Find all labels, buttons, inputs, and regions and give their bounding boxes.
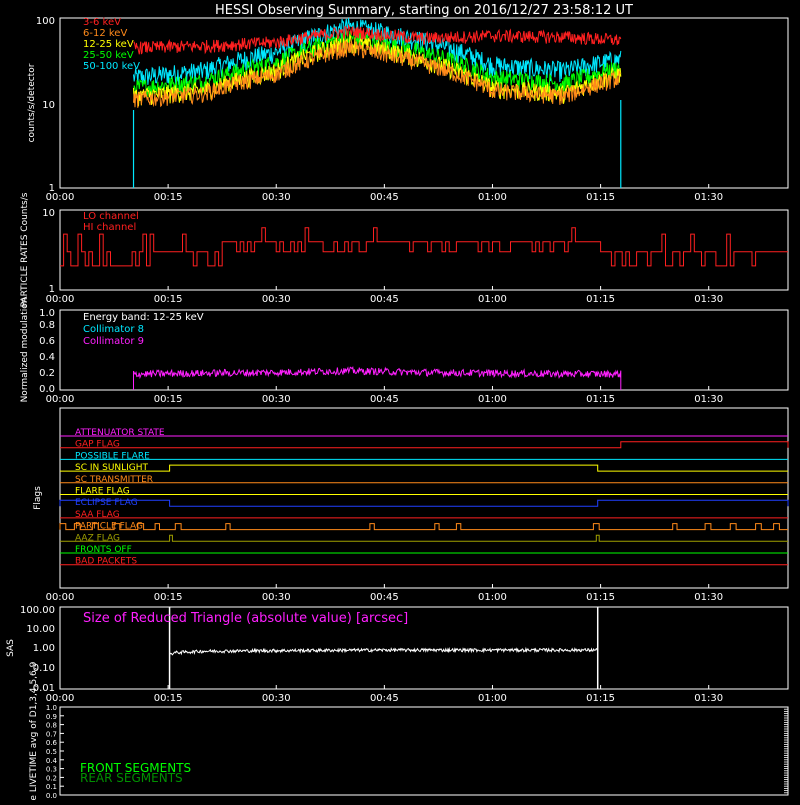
livetime-ytick: 0.3	[46, 766, 57, 774]
time-tick-label: 00:30	[262, 693, 291, 704]
time-tick-label: 00:30	[262, 294, 291, 305]
time-tick-label: 01:30	[694, 394, 723, 405]
time-tick-label: 00:30	[262, 592, 291, 603]
time-tick-label: 01:00	[478, 294, 507, 305]
sas-ytick-10.00: 10.00	[26, 624, 55, 635]
legend-collimator-8: Collimator 8	[83, 324, 144, 335]
modulation-energy-band: Energy band: 12-25 keV	[83, 312, 204, 323]
legend-lo-channel: LO channel	[83, 211, 139, 222]
legend-12-25-kev: 12-25 keV	[83, 39, 134, 50]
time-tick-label: 00:45	[370, 693, 399, 704]
flags-ylabel: Flags	[33, 486, 43, 510]
livetime-ytick: 0.7	[46, 730, 57, 738]
time-tick-label: 01:15	[586, 294, 615, 305]
particle-rates-ylabel: PARTICLE RATES Counts/s	[20, 192, 30, 307]
time-tick-label: 00:15	[154, 693, 183, 704]
legend-50-100-kev: 50-100 keV	[83, 61, 140, 72]
time-tick-label: 00:30	[262, 394, 291, 405]
time-tick-label: 01:00	[478, 192, 507, 203]
time-tick-label: 00:45	[370, 592, 399, 603]
time-tick-label: 00:15	[154, 394, 183, 405]
livetime-ytick: 0.2	[46, 774, 57, 782]
livetime-ytick: 1.0	[46, 704, 57, 712]
livetime-ytick: 0.1	[46, 783, 57, 791]
time-tick-label: 00:00	[46, 294, 75, 305]
legend-collimator-9: Collimator 9	[83, 336, 144, 347]
time-tick-label: 01:00	[478, 394, 507, 405]
livetime-ytick: 0.5	[46, 748, 57, 756]
livetime-ytick: 0.9	[46, 713, 57, 721]
particle-rates-ytick-10: 10	[42, 208, 55, 219]
time-tick-label: 01:30	[694, 192, 723, 203]
modulation-ytick-1.0: 1.0	[39, 308, 55, 319]
time-tick-label: 01:00	[478, 693, 507, 704]
legend-25-50-kev: 25-50 keV	[83, 50, 134, 61]
time-tick-label: 00:00	[46, 394, 75, 405]
livetime-ytick: 0.6	[46, 739, 58, 747]
modulation-ytick-0.6: 0.6	[39, 336, 55, 347]
count-rates-ytick-100: 100	[36, 16, 55, 27]
legend-3-6-kev: 3-6 keV	[83, 17, 121, 28]
livetime-ytick: 0.4	[46, 757, 58, 765]
time-tick-label: 00:00	[46, 192, 75, 203]
count-rates-ytick-10: 10	[42, 100, 55, 111]
time-tick-label: 01:30	[694, 592, 723, 603]
legend-6-12-kev: 6-12 keV	[83, 28, 127, 39]
modulation-ytick-0.2: 0.2	[39, 368, 55, 379]
modulation-ylabel: Normalized modulation	[20, 298, 30, 403]
time-tick-label: 00:45	[370, 394, 399, 405]
figure-title: HESSI Observing Summary, starting on 201…	[215, 3, 633, 18]
count-rates-ylabel: counts/s/detector	[27, 63, 37, 142]
observing-summary-figure: HESSI Observing Summary, starting on 201…	[0, 0, 800, 805]
legend-hi-channel: HI channel	[83, 222, 136, 233]
livetime-ytick: 0.8	[46, 722, 57, 730]
modulation-ytick-0.4: 0.4	[39, 352, 55, 363]
time-tick-label: 00:15	[154, 592, 183, 603]
sas-ytick-100.00: 100.00	[20, 605, 55, 616]
time-tick-label: 00:30	[262, 192, 291, 203]
time-tick-label: 01:30	[694, 294, 723, 305]
time-tick-label: 01:15	[586, 592, 615, 603]
livetime-ytick: 0.0	[46, 792, 57, 800]
sas-annotation: Size of Reduced Triangle (absolute value…	[83, 611, 408, 626]
time-tick-label: 00:15	[154, 294, 183, 305]
time-tick-label: 00:00	[46, 693, 75, 704]
time-tick-label: 01:15	[586, 394, 615, 405]
sas-ylabel: SAS	[6, 639, 16, 657]
time-tick-label: 00:45	[370, 192, 399, 203]
time-tick-label: 01:15	[586, 693, 615, 704]
livetime-ylabel: Mon. Rate LIVETIME avg of D1,3,4,5,6,9	[29, 661, 39, 800]
time-tick-label: 01:30	[694, 693, 723, 704]
legend-rear-segments: REAR SEGMENTS	[80, 771, 183, 785]
time-tick-label: 01:15	[586, 192, 615, 203]
time-tick-label: 00:00	[46, 592, 75, 603]
time-tick-label: 01:00	[478, 592, 507, 603]
time-tick-label: 00:45	[370, 294, 399, 305]
figure-background	[0, 0, 800, 800]
time-tick-label: 00:15	[154, 192, 183, 203]
modulation-ytick-0.8: 0.8	[39, 320, 55, 331]
sas-ytick-1.00: 1.00	[33, 643, 55, 654]
